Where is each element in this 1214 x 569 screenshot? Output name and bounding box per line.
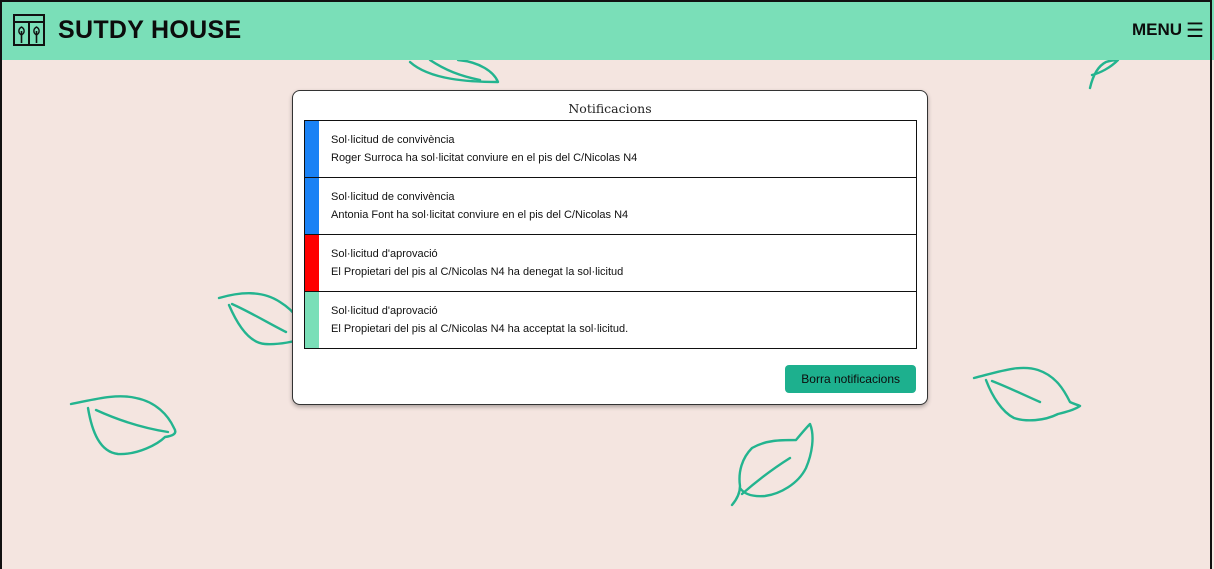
- notification-list: Sol·licitud de convivència Roger Surroca…: [304, 120, 917, 349]
- notification-color-stripe: [305, 121, 319, 177]
- leaf-icon: [730, 422, 814, 507]
- notification-body: Roger Surroca ha sol·licitat conviure en…: [331, 152, 638, 164]
- leaf-icon: [69, 395, 177, 456]
- brand[interactable]: SUTDY HOUSE: [12, 13, 241, 47]
- notification-body: Antonia Font ha sol·licitat conviure en …: [331, 209, 629, 221]
- notification-body: El Propietari del pis al C/Nicolas N4 ha…: [331, 323, 629, 335]
- notification-color-stripe: [305, 292, 319, 348]
- leaf-icon: [1088, 58, 1120, 90]
- menu-button[interactable]: MENU ☰: [1132, 20, 1204, 40]
- notification-body: El Propietari del pis al C/Nicolas N4 ha…: [331, 266, 624, 278]
- notification-item[interactable]: Sol·licitud de convivència Roger Surroca…: [304, 120, 917, 178]
- panel-title: Notificacions: [568, 101, 652, 116]
- clear-notifications-button[interactable]: Borra notificacions: [785, 365, 916, 393]
- notification-title: Sol·licitud d'aprovació: [331, 248, 438, 260]
- leaf-icon: [972, 366, 1082, 422]
- brand-title: SUTDY HOUSE: [58, 15, 242, 44]
- notification-title: Sol·licitud d'aprovació: [331, 305, 438, 317]
- leaf-icon: [408, 58, 500, 84]
- house-logo-icon: [13, 14, 45, 46]
- notification-color-stripe: [305, 178, 319, 234]
- notification-item[interactable]: Sol·licitud d'aprovació El Propietari de…: [304, 234, 917, 292]
- hamburger-icon: ☰: [1186, 18, 1204, 42]
- notification-color-stripe: [305, 235, 319, 291]
- notification-item[interactable]: Sol·licitud d'aprovació El Propietari de…: [304, 291, 917, 349]
- menu-label: MENU: [1132, 20, 1183, 39]
- notification-title: Sol·licitud de convivència: [331, 191, 455, 203]
- notification-item[interactable]: Sol·licitud de convivència Antonia Font …: [304, 177, 917, 235]
- notification-title: Sol·licitud de convivència: [331, 134, 455, 146]
- notifications-panel: Notificacions Sol·licitud de convivència…: [292, 90, 928, 405]
- app-header: SUTDY HOUSE MENU ☰: [0, 0, 1214, 60]
